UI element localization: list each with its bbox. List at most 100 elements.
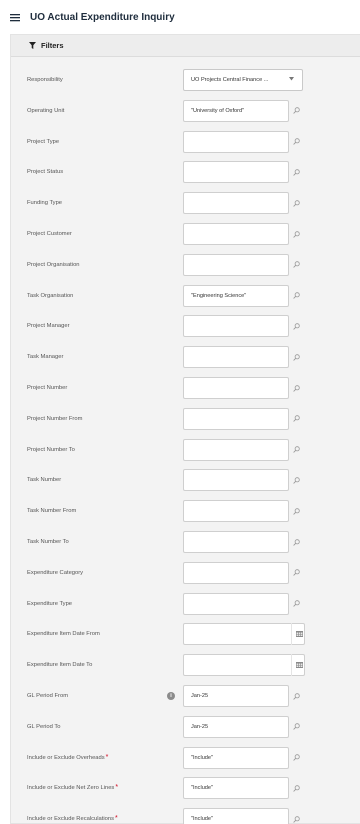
search-icon[interactable] xyxy=(292,106,301,115)
filter-label: Include or Exclude Overheads* xyxy=(27,754,108,761)
filter-row: Project Number From xyxy=(11,407,360,430)
filter-label: Expenditure Category xyxy=(27,570,83,576)
filter-label-text: Funding Type xyxy=(27,200,63,207)
field-value: Jan-25 xyxy=(191,693,209,699)
filter-label-text: Include or Exclude Net Zero Lines xyxy=(27,785,115,792)
lov-field[interactable]: "Include" xyxy=(183,777,289,800)
search-icon[interactable] xyxy=(292,414,301,423)
filter-label: Responsibility xyxy=(27,77,63,83)
search-icon[interactable] xyxy=(292,722,301,731)
lov-field[interactable]: "Include" xyxy=(183,746,289,769)
filter-row: Task Manager xyxy=(11,346,360,369)
lov-field[interactable] xyxy=(183,315,289,338)
search-icon[interactable] xyxy=(292,476,301,485)
search-icon[interactable] xyxy=(292,353,301,362)
search-icon[interactable] xyxy=(292,692,301,701)
chevron-down-icon xyxy=(289,77,294,83)
filter-row: Responsibility UO Projects Central Financ… xyxy=(11,69,360,91)
filter-row: Project Organisation xyxy=(11,253,360,276)
menu-icon[interactable] xyxy=(10,11,22,23)
lov-field[interactable]: "University of Oxford" xyxy=(183,99,289,122)
required-indicator: * xyxy=(115,784,119,792)
search-icon[interactable] xyxy=(292,230,301,239)
search-icon[interactable] xyxy=(292,568,301,577)
lov-field[interactable] xyxy=(183,592,289,615)
search-icon[interactable] xyxy=(292,599,301,608)
filter-row: Expenditure Category xyxy=(11,561,360,584)
field-value: "Engineering Science" xyxy=(191,292,247,299)
field-value: "University of Oxford" xyxy=(191,107,245,114)
filter-label-text: Project Number xyxy=(27,385,68,391)
search-icon[interactable] xyxy=(292,291,301,300)
search-icon[interactable] xyxy=(292,538,301,547)
date-field[interactable] xyxy=(183,654,305,677)
filter-icon xyxy=(29,42,37,50)
required-indicator: * xyxy=(115,815,118,823)
filter-label-text: Project Customer xyxy=(27,231,72,237)
search-icon[interactable] xyxy=(292,815,301,824)
filter-label: Project Type xyxy=(27,139,59,145)
search-icon[interactable] xyxy=(292,445,301,454)
search-icon[interactable] xyxy=(292,753,301,762)
lov-field[interactable]: "Engineering Science" xyxy=(183,284,289,307)
lov-field[interactable]: Jan-25 xyxy=(183,685,289,707)
filter-label-text: Expenditure Item Date To xyxy=(27,662,93,669)
filter-label: Project Number xyxy=(27,385,67,391)
filter-label-text: Expenditure Item Date From xyxy=(27,631,100,638)
filter-label: Task Number xyxy=(27,477,61,483)
filters-label: Filters xyxy=(41,41,64,50)
filter-label-text: Responsibility xyxy=(27,77,63,83)
search-icon[interactable] xyxy=(292,199,301,208)
lov-field[interactable] xyxy=(183,469,289,492)
responsibility-select[interactable]: UO Projects Central Finance ... xyxy=(183,69,303,91)
lov-field[interactable] xyxy=(183,130,289,153)
filter-label: Task Manager xyxy=(27,354,63,360)
info-icon[interactable]: i xyxy=(167,692,175,700)
search-icon[interactable] xyxy=(292,137,301,146)
filter-label-text: Task Organisation xyxy=(27,292,74,299)
filter-row: Expenditure Item Date From xyxy=(11,623,360,646)
filter-label: Project Customer xyxy=(27,231,72,237)
lov-field[interactable]: Jan-25 xyxy=(183,715,289,738)
page-header: UO Actual Expenditure Inquiry xyxy=(0,0,360,34)
calendar-icon[interactable] xyxy=(291,654,307,677)
search-icon[interactable] xyxy=(292,168,301,177)
calendar-icon[interactable] xyxy=(291,623,307,646)
filter-row: Task Number From xyxy=(11,500,360,523)
search-icon[interactable] xyxy=(292,784,301,793)
lov-field[interactable] xyxy=(183,192,289,215)
lov-field[interactable] xyxy=(183,561,289,584)
lov-field[interactable] xyxy=(183,531,289,553)
lov-field[interactable] xyxy=(183,407,289,430)
filter-label-text: Expenditure Type xyxy=(27,600,73,607)
filter-row: GL Period To Jan-25 xyxy=(11,715,360,738)
filter-label: Project Number To xyxy=(27,447,75,453)
lov-field[interactable]: "Include" xyxy=(183,808,289,824)
filter-row: Project Status xyxy=(11,161,360,184)
filters-header[interactable]: Filters xyxy=(11,35,360,57)
lov-field[interactable] xyxy=(183,438,289,461)
filter-label: Project Organisation xyxy=(27,262,80,268)
filter-row: Task Number To xyxy=(11,531,360,553)
search-icon[interactable] xyxy=(292,384,301,393)
search-icon[interactable] xyxy=(292,322,301,331)
filter-label: Task Number From xyxy=(27,508,76,514)
filter-label: Include or Exclude Net Zero Lines* xyxy=(27,784,119,792)
lov-field[interactable] xyxy=(183,377,289,399)
filter-label-text: Expenditure Category xyxy=(27,569,84,576)
lov-field[interactable] xyxy=(183,346,289,369)
filter-label: Expenditure Item Date From xyxy=(27,631,100,637)
lov-field[interactable] xyxy=(183,500,289,523)
filter-label-text: Project Number To xyxy=(27,446,75,453)
search-icon[interactable] xyxy=(292,507,301,516)
date-field[interactable] xyxy=(183,623,305,646)
lov-field[interactable] xyxy=(183,223,289,245)
filter-label: Funding Type xyxy=(27,200,62,206)
lov-field[interactable] xyxy=(183,161,289,184)
filter-label: Project Status xyxy=(27,169,63,175)
filter-label: Task Organisation xyxy=(27,293,73,299)
search-icon[interactable] xyxy=(292,260,301,269)
lov-field[interactable] xyxy=(183,253,289,276)
filters-panel: Filters Responsibility UO Projects Centra… xyxy=(10,34,360,824)
filter-label-text: Project Manager xyxy=(27,323,70,330)
